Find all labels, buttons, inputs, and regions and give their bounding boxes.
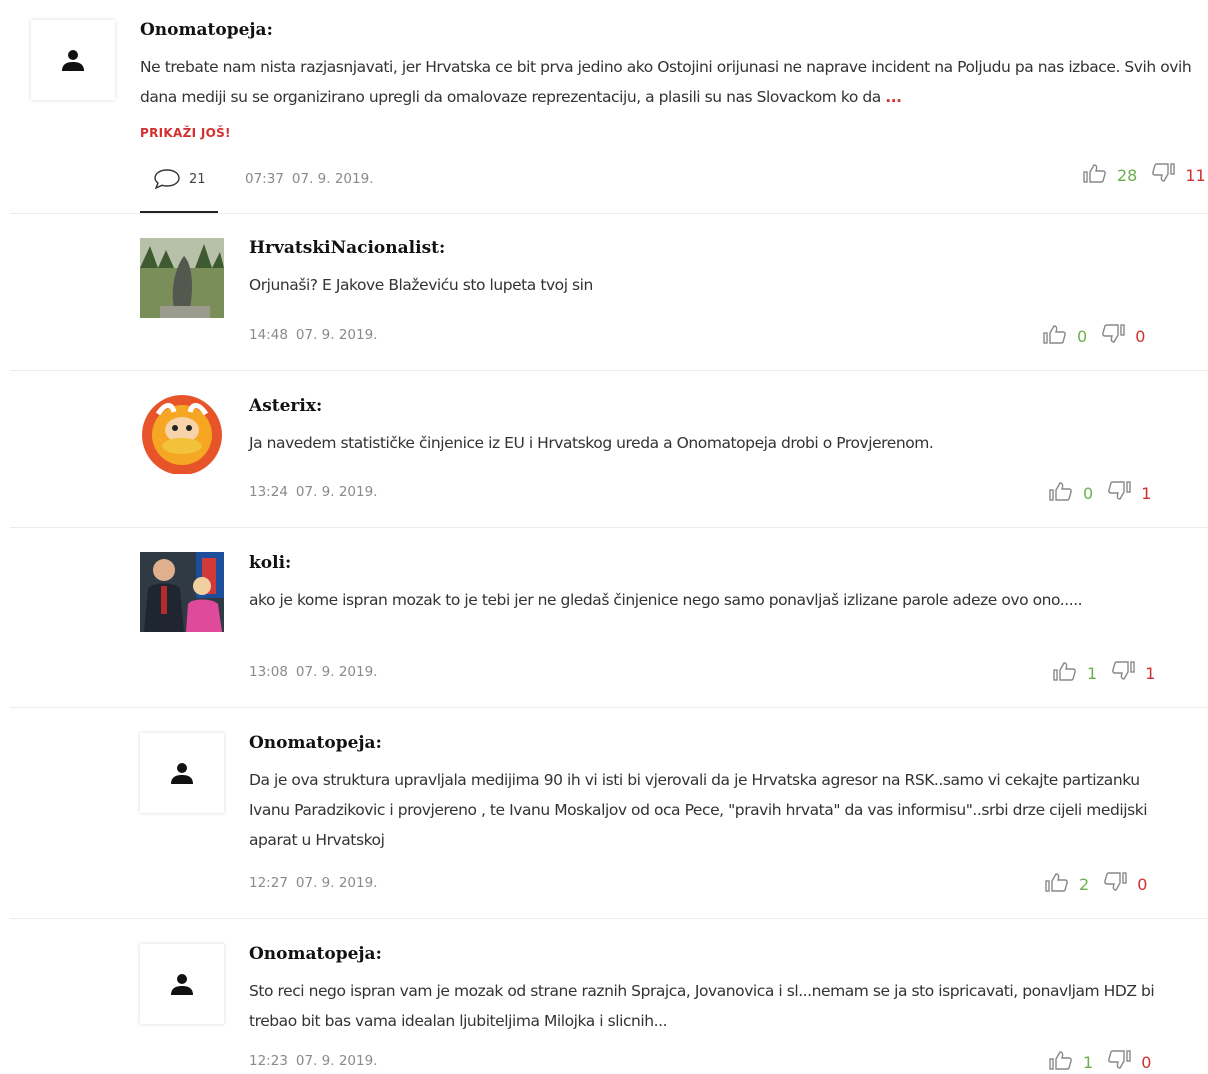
show-more-link[interactable]: PRIKAŽI JOŠ! xyxy=(140,126,231,140)
comment-text: Ne trebate nam nista razjasnjavati, jer … xyxy=(140,52,1208,112)
comment-time: 12:27 xyxy=(249,875,288,891)
avatar-cartoon-asterix xyxy=(140,394,224,474)
divider xyxy=(10,370,1208,371)
comment-author[interactable]: Onomatopeja: xyxy=(249,944,382,964)
thumbs-down-icon xyxy=(1112,661,1135,680)
avatar[interactable] xyxy=(140,394,224,474)
comment-timestamp: 14:48 07. 9. 2019. xyxy=(249,327,378,343)
dislike-count: 0 xyxy=(1141,1052,1152,1072)
dislike-button[interactable] xyxy=(1101,324,1125,348)
comment-timestamp: 12:27 07. 9. 2019. xyxy=(249,875,378,891)
like-button[interactable] xyxy=(1049,1050,1073,1074)
like-count: 0 xyxy=(1083,483,1094,503)
dislike-count: 11 xyxy=(1185,165,1206,185)
thumbs-up-icon xyxy=(1049,482,1072,501)
comment-date: 07. 9. 2019. xyxy=(295,664,378,680)
avatar[interactable] xyxy=(140,733,224,813)
user-icon xyxy=(171,763,193,784)
comment-author[interactable]: koli: xyxy=(249,553,291,573)
comment-date: 07. 9. 2019. xyxy=(295,327,378,343)
thumbs-up-icon xyxy=(1053,662,1076,681)
thumbs-down-icon xyxy=(1108,1050,1131,1069)
comment-author[interactable]: Onomatopeja: xyxy=(249,733,382,753)
comment-date: 07. 9. 2019. xyxy=(291,171,374,187)
dislike-count: 0 xyxy=(1137,874,1148,894)
thumbs-down-icon xyxy=(1102,324,1125,343)
like-button[interactable] xyxy=(1083,163,1107,187)
like-button[interactable] xyxy=(1045,872,1069,896)
vote-controls: 28 11 xyxy=(1083,163,1206,187)
avatar[interactable] xyxy=(140,944,224,1024)
thumbs-up-icon xyxy=(1045,873,1068,892)
dislike-count: 1 xyxy=(1145,663,1156,683)
vote-controls: 1 1 xyxy=(1053,661,1155,685)
like-count: 1 xyxy=(1083,1052,1094,1072)
reply-count: 21 xyxy=(189,171,206,187)
user-icon xyxy=(62,50,84,71)
comment-author[interactable]: Onomatopeja: xyxy=(140,20,273,40)
thumbs-down-icon xyxy=(1104,872,1127,891)
dislike-count: 0 xyxy=(1135,326,1146,346)
comment-timestamp: 13:08 07. 9. 2019. xyxy=(249,664,378,680)
comment-time: 13:08 xyxy=(249,664,288,680)
like-button[interactable] xyxy=(1043,324,1067,348)
thumbs-up-icon xyxy=(1043,325,1066,344)
dislike-button[interactable] xyxy=(1107,481,1131,505)
vote-controls: 2 0 xyxy=(1045,872,1147,896)
thumbs-down-icon xyxy=(1152,163,1176,182)
comment-timestamp: 13:24 07. 9. 2019. xyxy=(249,484,378,500)
avatar-photo-people xyxy=(140,552,224,632)
comment-time: 13:24 xyxy=(249,484,288,500)
comment-timestamp: 12:23 07. 9. 2019. xyxy=(249,1053,378,1069)
like-count: 0 xyxy=(1077,326,1088,346)
speech-bubble-icon xyxy=(154,169,180,190)
avatar[interactable] xyxy=(31,20,115,100)
like-button[interactable] xyxy=(1049,481,1073,505)
divider xyxy=(10,707,1208,708)
comment-text-content: Ne trebate nam nista razjasnjavati, jer … xyxy=(140,58,1192,106)
divider xyxy=(10,918,1208,919)
comment-author[interactable]: Asterix: xyxy=(249,396,322,416)
dislike-button[interactable] xyxy=(1151,163,1176,187)
thumbs-down-icon xyxy=(1108,481,1131,500)
truncation-ellipsis: ... xyxy=(885,88,902,106)
vote-controls: 1 0 xyxy=(1049,1050,1151,1074)
comment-date: 07. 9. 2019. xyxy=(295,484,378,500)
comment-date: 07. 9. 2019. xyxy=(295,1053,378,1069)
avatar-photo-statue xyxy=(140,238,224,318)
divider xyxy=(10,527,1208,528)
divider xyxy=(10,213,1208,214)
like-count: 2 xyxy=(1079,874,1090,894)
comment-text: Da je ova struktura upravljala medijima … xyxy=(249,771,1148,849)
like-count: 1 xyxy=(1087,663,1098,683)
avatar[interactable] xyxy=(140,552,224,632)
like-button[interactable] xyxy=(1053,661,1077,685)
comment-text: Sto reci nego ispran vam je mozak od str… xyxy=(249,982,1155,1030)
comment-time: 14:48 xyxy=(249,327,288,343)
avatar[interactable] xyxy=(140,238,224,318)
replies-toggle[interactable]: 21 xyxy=(153,168,206,190)
comment-text: ako je kome ispran mozak to je tebi jer … xyxy=(249,591,1083,609)
comment-time: 07:37 xyxy=(245,171,284,187)
vote-controls: 0 1 xyxy=(1049,481,1151,505)
thumbs-up-icon xyxy=(1083,164,1106,183)
comment-text: Orjunaši? E Jakove Blaževiću sto lupeta … xyxy=(249,276,593,294)
comment-date: 07. 9. 2019. xyxy=(295,875,378,891)
like-count: 28 xyxy=(1117,165,1138,185)
dislike-button[interactable] xyxy=(1111,661,1135,685)
comment-timestamp: 07:37 07. 9. 2019. xyxy=(245,171,374,187)
dislike-button[interactable] xyxy=(1107,1050,1131,1074)
user-icon xyxy=(171,974,193,995)
dislike-count: 1 xyxy=(1141,483,1152,503)
vote-controls: 0 0 xyxy=(1043,324,1145,348)
thumbs-up-icon xyxy=(1049,1051,1072,1070)
comment-text: Ja navedem statističke činjenice iz EU i… xyxy=(249,434,934,452)
comment-author[interactable]: HrvatskiNacionalist: xyxy=(249,238,445,258)
comment-time: 12:23 xyxy=(249,1053,288,1069)
dislike-button[interactable] xyxy=(1103,872,1127,896)
